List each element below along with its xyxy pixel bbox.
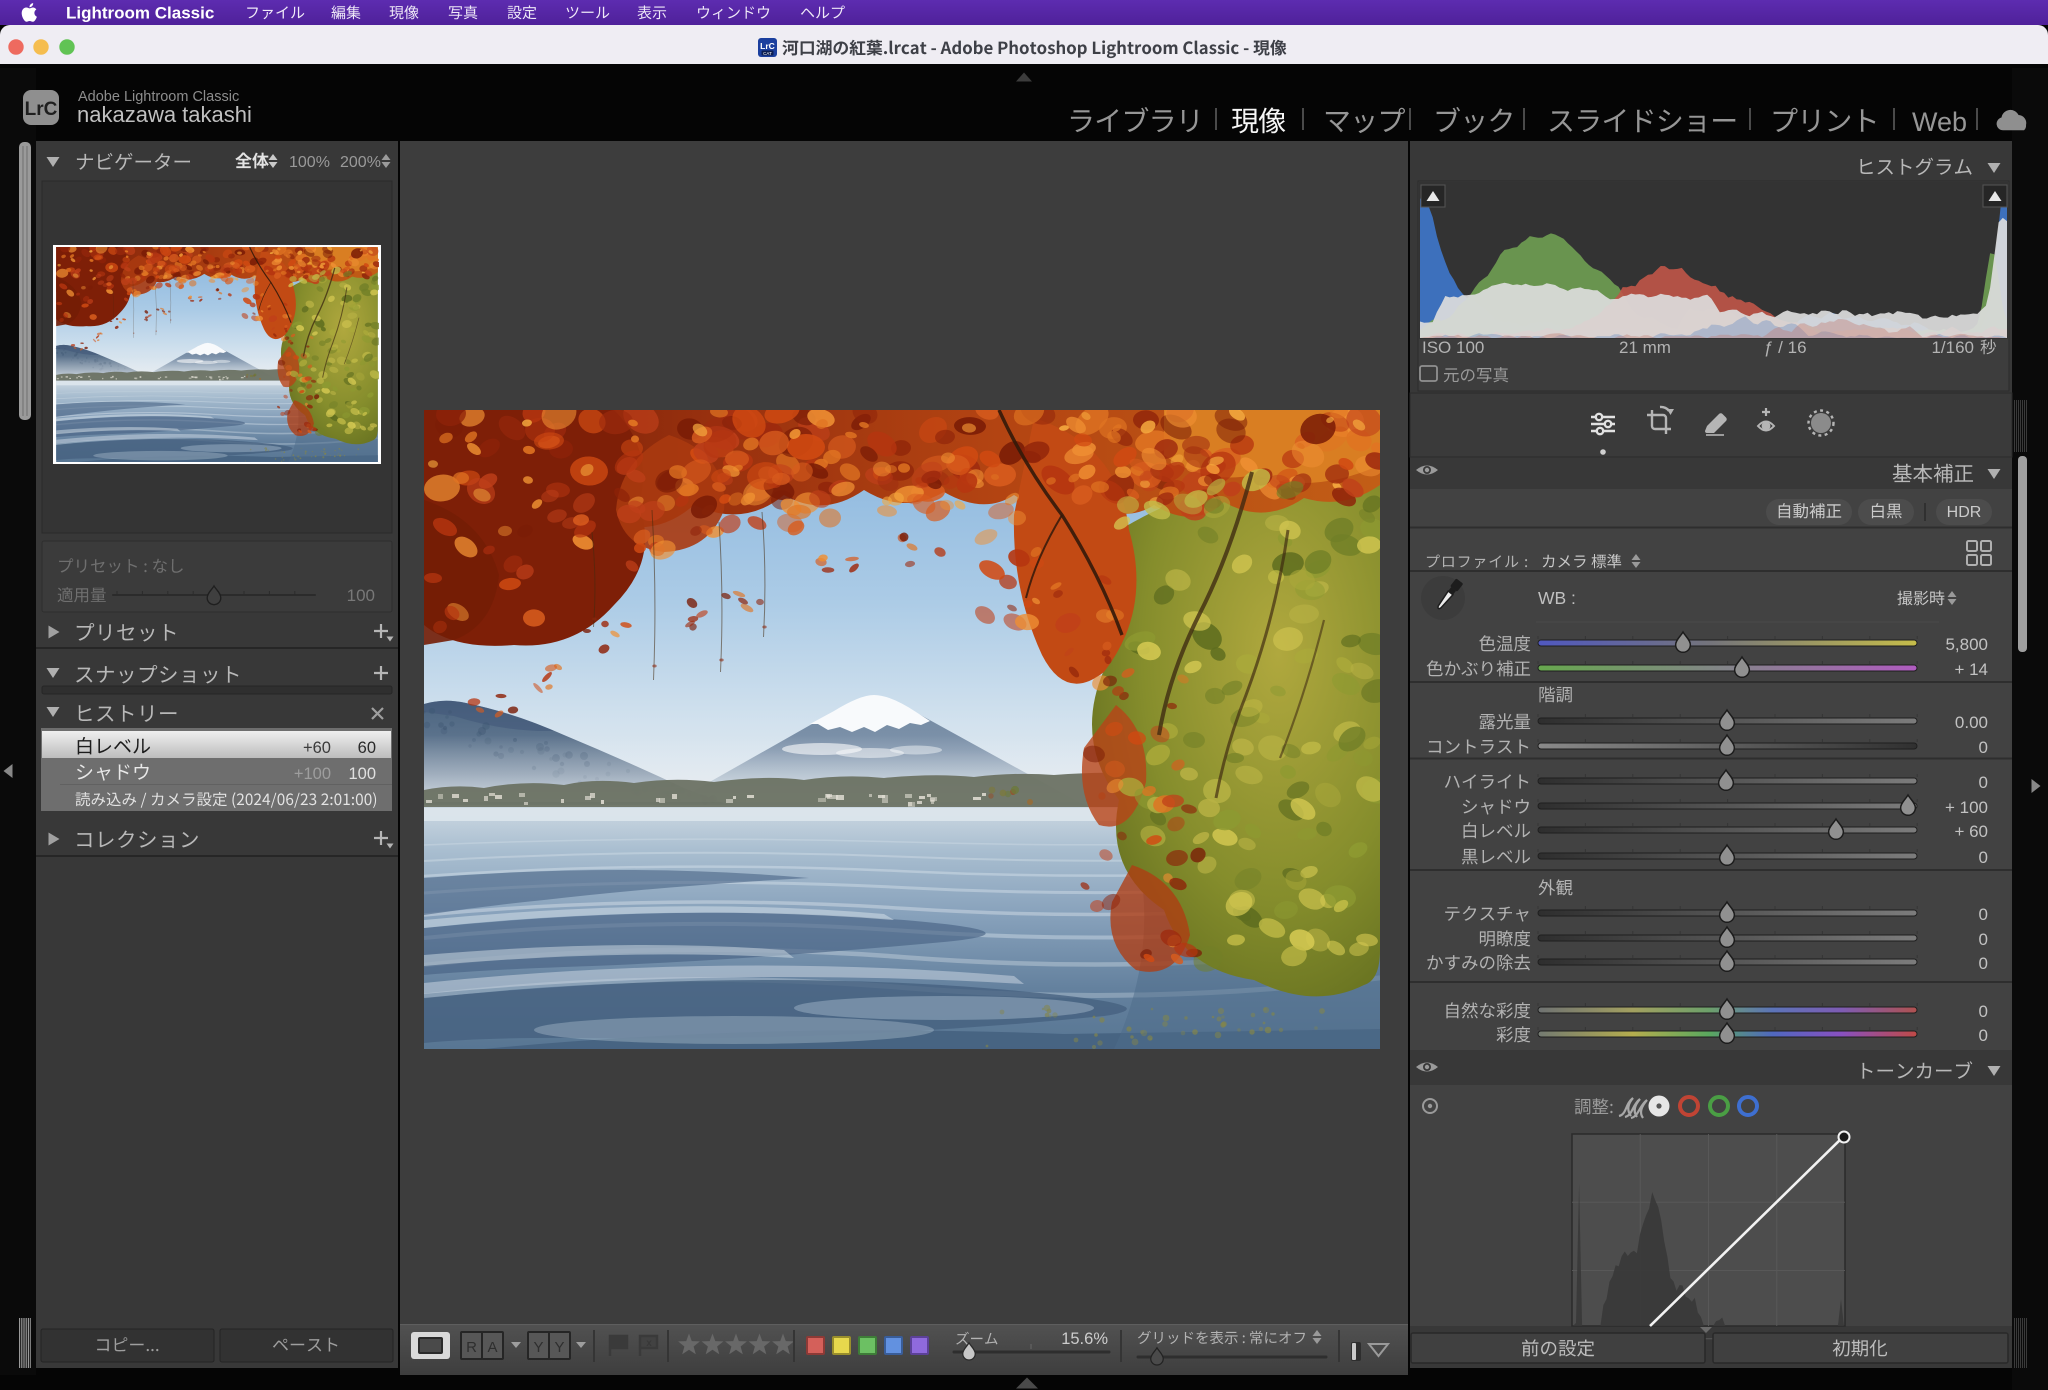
- svg-text:0: 0: [1979, 930, 1988, 949]
- svg-text:0.00: 0.00: [1955, 713, 1988, 732]
- svg-text:0: 0: [1979, 954, 1988, 973]
- svg-text:+ 14: + 14: [1954, 660, 1988, 679]
- svg-text:LrC: LrC: [25, 99, 58, 120]
- svg-text:A: A: [487, 1339, 497, 1356]
- svg-text:+ 100: + 100: [1945, 798, 1988, 817]
- svg-text:0: 0: [1979, 1026, 1988, 1045]
- svg-text:100: 100: [348, 765, 376, 783]
- svg-text:Y: Y: [533, 1339, 543, 1356]
- svg-text:+ 60: + 60: [1954, 822, 1988, 841]
- svg-text:100%: 100%: [289, 154, 330, 171]
- svg-text:100: 100: [347, 586, 375, 605]
- svg-text:0: 0: [1979, 738, 1988, 757]
- svg-text:+100: +100: [294, 765, 331, 783]
- svg-text:5,800: 5,800: [1945, 635, 1988, 654]
- svg-text:Y: Y: [554, 1339, 564, 1356]
- svg-text:200%: 200%: [340, 154, 381, 171]
- svg-text:HDR: HDR: [1947, 504, 1982, 521]
- svg-text:21 mm: 21 mm: [1619, 338, 1671, 357]
- svg-text:0: 0: [1979, 1002, 1988, 1021]
- svg-text:x: x: [646, 1338, 652, 1349]
- svg-text:0: 0: [1979, 848, 1988, 867]
- svg-text:R: R: [466, 1339, 477, 1356]
- svg-text:ƒ / 16: ƒ / 16: [1764, 338, 1807, 357]
- svg-text:Lightroom Classic: Lightroom Classic: [66, 4, 214, 23]
- svg-text:0: 0: [1979, 773, 1988, 792]
- svg-text:+60: +60: [303, 739, 331, 757]
- svg-text:LrC: LrC: [760, 41, 775, 51]
- svg-text:0: 0: [1979, 905, 1988, 924]
- svg-text:15.6%: 15.6%: [1061, 1330, 1108, 1348]
- svg-text:nakazawa takashi: nakazawa takashi: [77, 102, 252, 127]
- svg-text:1/160: 1/160: [1931, 338, 1974, 357]
- svg-text:WB :: WB :: [1538, 588, 1576, 608]
- svg-text:ISO 100: ISO 100: [1422, 338, 1484, 357]
- svg-text:60: 60: [358, 739, 376, 757]
- svg-text:Web: Web: [1912, 107, 1967, 137]
- svg-text:CAT: CAT: [763, 51, 772, 56]
